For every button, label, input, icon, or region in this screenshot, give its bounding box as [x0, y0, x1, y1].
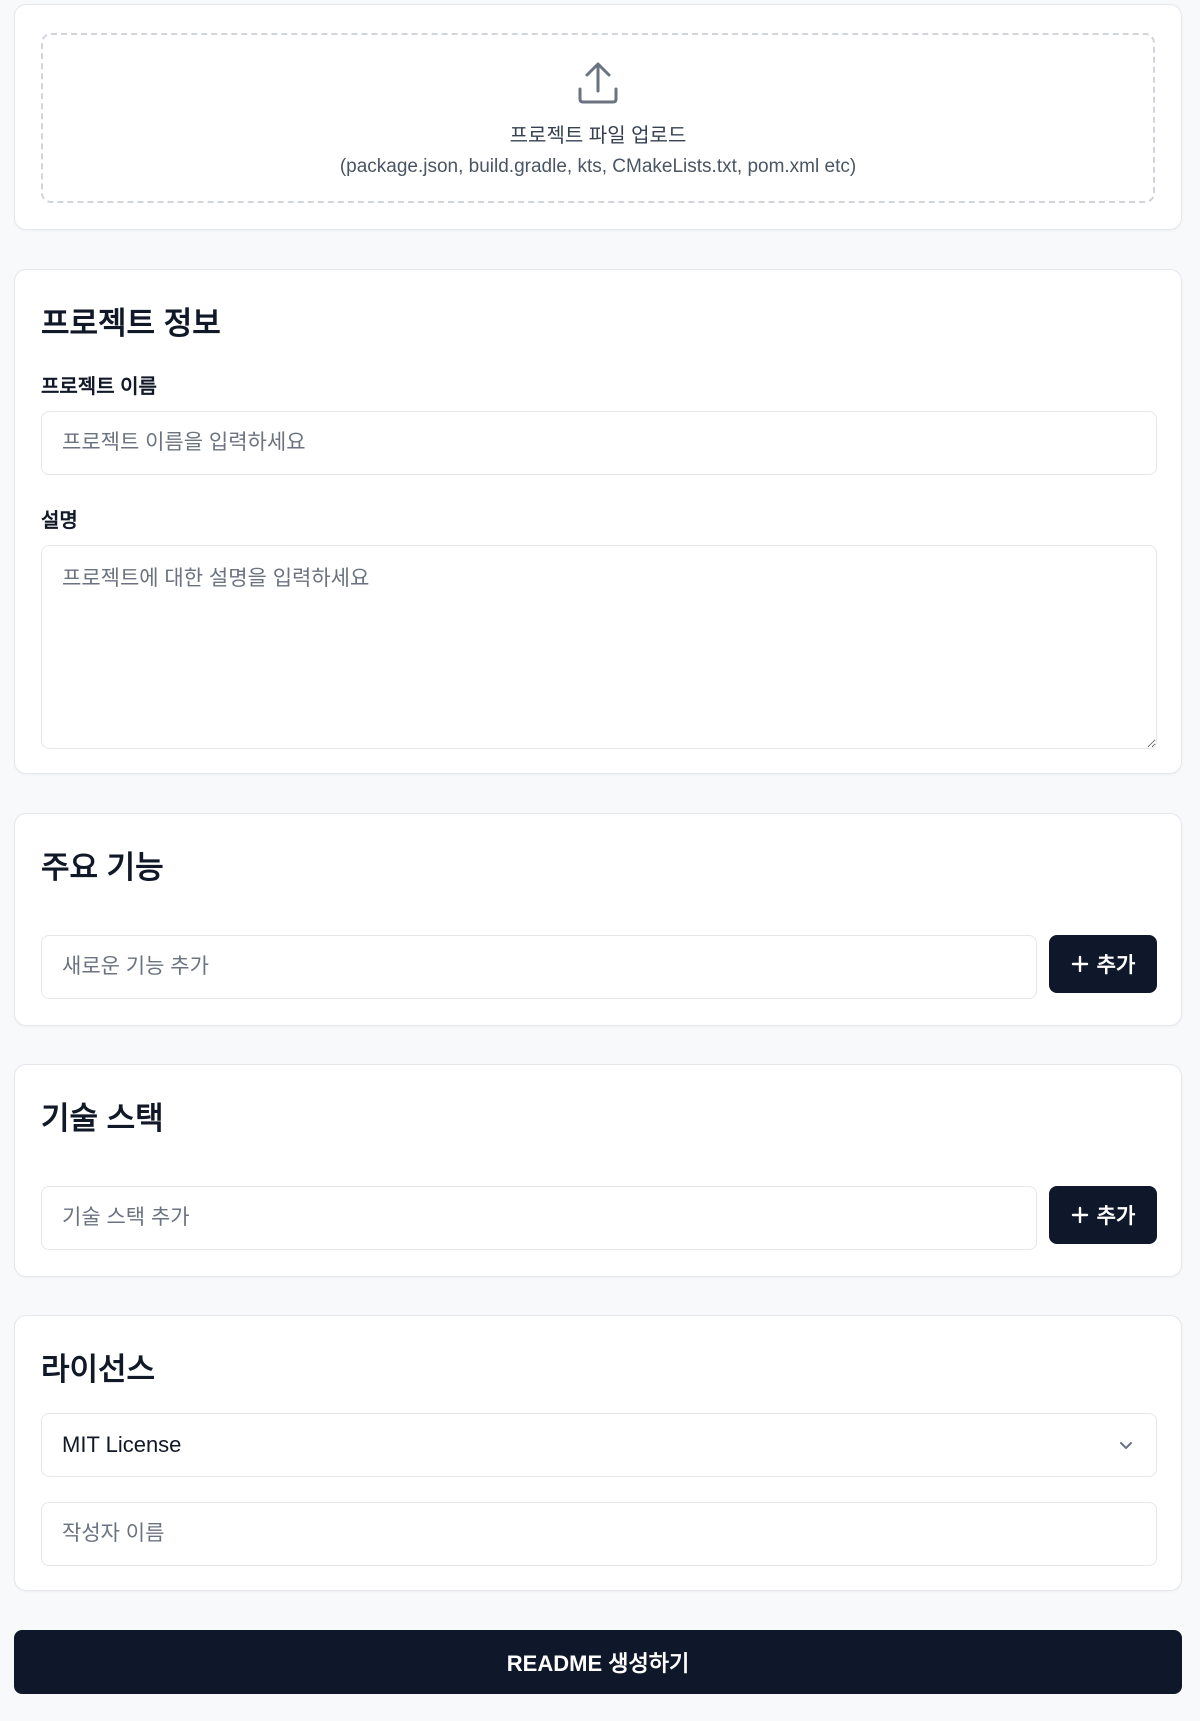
chevron-down-icon — [1120, 1442, 1132, 1449]
upload-card: 프로젝트 파일 업로드 (package.json, build.gradle,… — [14, 4, 1182, 230]
add-tech-stack-label: 추가 — [1096, 1205, 1136, 1228]
license-select[interactable]: MIT License — [41, 1413, 1157, 1477]
upload-icon — [578, 62, 618, 103]
project-info-title: 프로젝트 정보 — [41, 306, 221, 341]
tech-stack-title: 기술 스택 — [41, 1101, 164, 1136]
upload-title: 프로젝트 파일 업로드 — [509, 124, 687, 147]
feature-input[interactable] — [41, 935, 1037, 999]
description-textarea[interactable] — [41, 545, 1157, 749]
generate-readme-button[interactable]: README 생성하기 — [14, 1630, 1182, 1694]
license-card: 라이선스 MIT License — [14, 1315, 1182, 1591]
readme-generator-page: 프로젝트 파일 업로드 (package.json, build.gradle,… — [0, 0, 1200, 1721]
project-info-card: 프로젝트 정보 프로젝트 이름 설명 — [14, 269, 1182, 774]
project-name-input[interactable] — [41, 411, 1157, 475]
add-feature-label: 추가 — [1096, 954, 1136, 977]
upload-subtitle: (package.json, build.gradle, kts, CMakeL… — [339, 155, 857, 177]
add-tech-stack-button[interactable]: 추가 — [1049, 1186, 1157, 1244]
description-label: 설명 — [41, 510, 78, 532]
tech-stack-card: 기술 스택 추가 — [14, 1064, 1182, 1277]
add-feature-button[interactable]: 추가 — [1049, 935, 1157, 993]
license-selected-value: MIT License — [62, 1432, 182, 1457]
features-card: 주요 기능 추가 — [14, 813, 1182, 1026]
project-name-label: 프로젝트 이름 — [41, 376, 157, 398]
author-name-input[interactable] — [41, 1502, 1157, 1566]
features-title: 주요 기능 — [41, 850, 164, 885]
plus-icon — [1071, 1206, 1088, 1224]
plus-icon — [1071, 955, 1088, 973]
file-dropzone[interactable]: 프로젝트 파일 업로드 (package.json, build.gradle,… — [41, 33, 1155, 203]
tech-stack-input[interactable] — [41, 1186, 1037, 1250]
license-title: 라이선스 — [41, 1352, 156, 1387]
